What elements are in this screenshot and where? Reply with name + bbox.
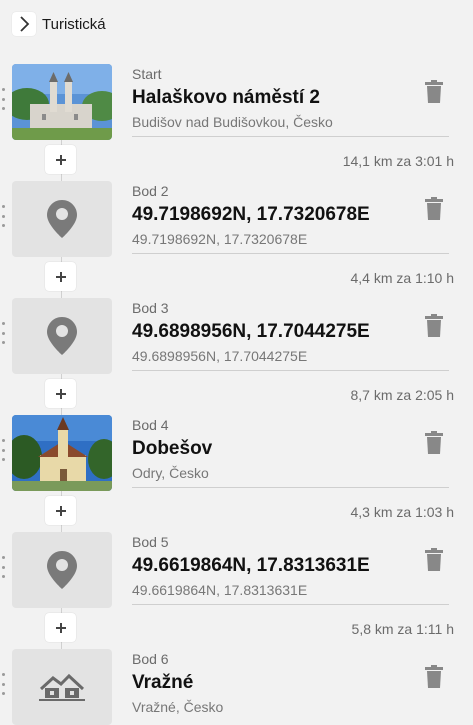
photo-chapel-icon[interactable] xyxy=(12,415,112,491)
waypoint-kind: Bod 6 xyxy=(132,651,169,667)
route-segment: 4,4 km za 1:10 h xyxy=(0,257,473,298)
segment-distance-time: 8,7 km za 2:05 h xyxy=(350,387,454,403)
waypoint-title[interactable]: Dobešov xyxy=(132,437,407,461)
drag-handle-icon[interactable] xyxy=(0,88,6,110)
add-waypoint-button[interactable] xyxy=(45,613,76,642)
drag-handle-icon[interactable] xyxy=(0,556,6,578)
map-pin-icon[interactable] xyxy=(12,181,112,257)
map-pin-icon[interactable] xyxy=(12,298,112,374)
village-icon[interactable] xyxy=(12,649,112,725)
waypoint-subtitle: 49.7198692N, 17.7320678E xyxy=(132,231,308,247)
drag-handle-icon[interactable] xyxy=(0,322,6,344)
drag-handle-icon[interactable] xyxy=(0,673,6,695)
waypoint-5: Bod 5 49.6619864N, 17.8313631E 49.661986… xyxy=(0,532,473,608)
divider xyxy=(132,136,449,137)
waypoint-4: Bod 4 Dobešov Odry, Česko xyxy=(0,415,473,491)
divider xyxy=(132,253,449,254)
waypoint-subtitle: Odry, Česko xyxy=(132,465,209,481)
waypoint-title[interactable]: Halaškovo náměstí 2 xyxy=(132,86,407,110)
waypoint-kind: Bod 2 xyxy=(132,183,169,199)
route-segment: 5,8 km za 1:11 h xyxy=(0,608,473,649)
trash-icon[interactable] xyxy=(423,195,445,221)
waypoint-kind: Bod 3 xyxy=(132,300,169,316)
map-pin-icon[interactable] xyxy=(12,532,112,608)
add-waypoint-button[interactable] xyxy=(45,496,76,525)
waypoint-6: Bod 6 Vražné Vražné, Česko xyxy=(0,649,473,725)
divider xyxy=(132,604,449,605)
add-waypoint-button[interactable] xyxy=(45,145,76,174)
waypoint-title[interactable]: 49.7198692N, 17.7320678E xyxy=(132,203,407,227)
segment-distance-time: 4,3 km za 1:03 h xyxy=(350,504,454,520)
waypoint-title[interactable]: Vražné xyxy=(132,671,407,695)
waypoint-2: Bod 2 49.7198692N, 17.7320678E 49.719869… xyxy=(0,181,473,257)
segment-distance-time: 4,4 km za 1:10 h xyxy=(350,270,454,286)
trash-icon[interactable] xyxy=(423,429,445,455)
waypoint-kind: Bod 5 xyxy=(132,534,169,550)
trash-icon[interactable] xyxy=(423,312,445,338)
trash-icon[interactable] xyxy=(423,663,445,689)
trash-icon[interactable] xyxy=(423,546,445,572)
segment-distance-time: 5,8 km za 1:11 h xyxy=(351,621,454,637)
drag-handle-icon[interactable] xyxy=(0,205,6,227)
waypoint-3: Bod 3 49.6898956N, 17.7044275E 49.689895… xyxy=(0,298,473,374)
waypoint-title[interactable]: 49.6619864N, 17.8313631E xyxy=(132,554,407,578)
trash-icon[interactable] xyxy=(423,78,445,104)
drag-handle-icon[interactable] xyxy=(0,439,6,461)
waypoint-title[interactable]: 49.6898956N, 17.7044275E xyxy=(132,320,407,344)
route-segment: 14,1 km za 3:01 h xyxy=(0,140,473,181)
add-waypoint-button[interactable] xyxy=(45,379,76,408)
waypoint-subtitle: 49.6898956N, 17.7044275E xyxy=(132,348,308,364)
divider xyxy=(132,370,449,371)
add-waypoint-button[interactable] xyxy=(45,262,76,291)
waypoint-kind: Bod 4 xyxy=(132,417,169,433)
waypoint-subtitle: 49.6619864N, 17.8313631E xyxy=(132,582,308,598)
route-mode-label: Turistická xyxy=(42,15,106,33)
route-segment: 8,7 km za 2:05 h xyxy=(0,374,473,415)
segment-distance-time: 14,1 km za 3:01 h xyxy=(342,153,454,169)
chevron-right-icon[interactable] xyxy=(12,12,36,36)
divider xyxy=(132,487,449,488)
waypoint-start: Start Halaškovo náměstí 2 Budišov nad Bu… xyxy=(0,64,473,140)
waypoint-subtitle: Vražné, Česko xyxy=(132,699,224,715)
waypoint-subtitle: Budišov nad Budišovkou, Česko xyxy=(132,114,333,130)
waypoint-kind: Start xyxy=(132,66,162,82)
route-mode-selector[interactable]: Turistická xyxy=(12,12,106,36)
route-segment: 4,3 km za 1:03 h xyxy=(0,491,473,532)
photo-church-icon[interactable] xyxy=(12,64,112,140)
